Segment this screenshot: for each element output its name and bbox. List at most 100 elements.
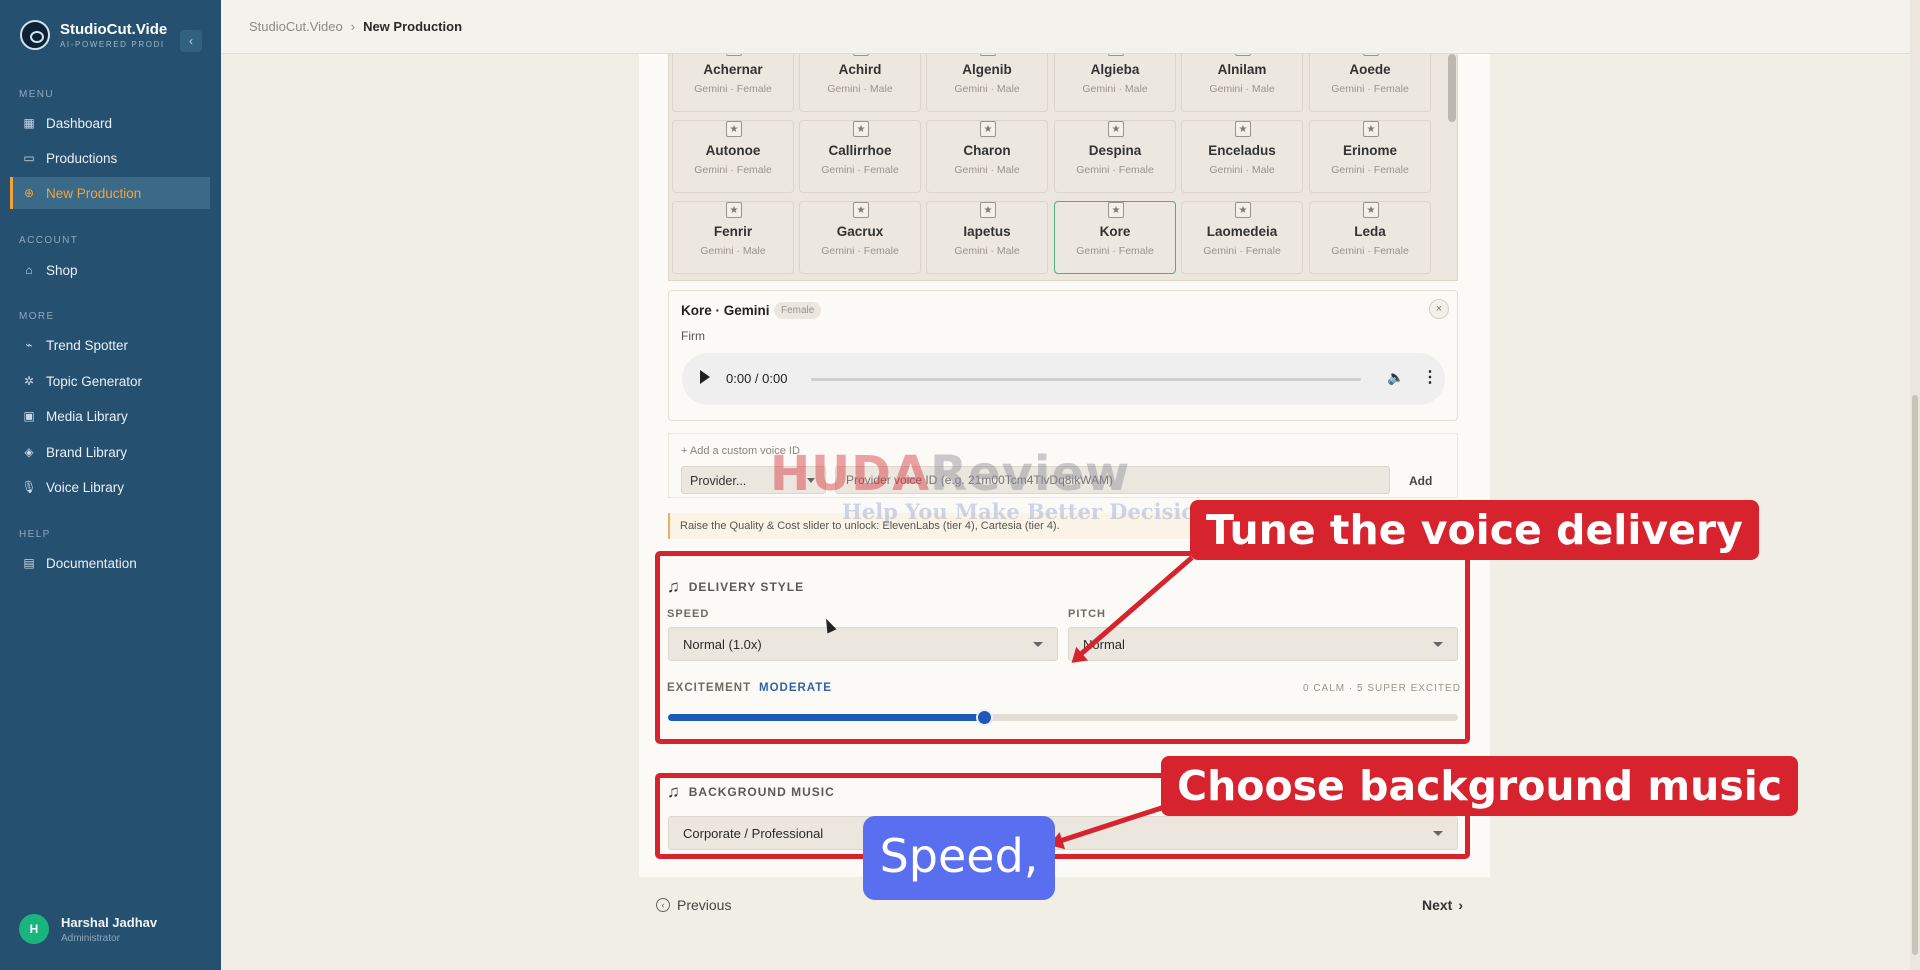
voice-name: Alnilam xyxy=(1217,62,1267,77)
star-icon[interactable]: ★ xyxy=(1108,202,1124,218)
next-button[interactable]: Next › xyxy=(1422,897,1463,913)
previous-button[interactable]: ‹ Previous xyxy=(656,897,731,913)
voice-name: Laomedeia xyxy=(1206,224,1278,239)
voice-tile[interactable]: ★ Algieba Gemini · Male xyxy=(1054,54,1176,112)
brand[interactable]: StudioCut.Vide AI-POWERED PRODI xyxy=(20,20,167,50)
sidebar-item-topic-generator[interactable]: ✲ Topic Generator xyxy=(10,365,210,397)
delivery-callout: Tune the voice delivery xyxy=(1190,500,1759,560)
tag-icon: ◈ xyxy=(24,445,34,459)
voice-tile[interactable]: ★ Charon Gemini · Male xyxy=(926,120,1048,193)
voice-tile[interactable]: ★ Aoede Gemini · Female xyxy=(1309,54,1431,112)
star-icon[interactable]: ★ xyxy=(980,202,996,218)
voice-tile[interactable]: ★ Fenrir Gemini · Male xyxy=(672,201,794,274)
page-scrollbar-thumb[interactable] xyxy=(1912,395,1918,955)
sidebar-item-new-production[interactable]: ⊕ New Production xyxy=(10,177,210,209)
voice-name: Kore xyxy=(1099,224,1131,239)
voice-meta: Gemini · Female xyxy=(821,245,899,257)
voice-name: Achernar xyxy=(703,62,763,77)
star-icon[interactable]: ★ xyxy=(980,54,996,56)
star-icon[interactable]: ★ xyxy=(980,121,996,137)
star-icon[interactable]: ★ xyxy=(1363,202,1379,218)
app-tagline: AI-POWERED PRODI xyxy=(60,40,165,49)
voice-tile[interactable]: ★ Achernar Gemini · Female xyxy=(672,54,794,112)
voice-tile[interactable]: ★ Enceladus Gemini · Male xyxy=(1181,120,1303,193)
star-icon[interactable]: ★ xyxy=(1363,54,1379,56)
voice-tile[interactable]: ★ Erinome Gemini · Female xyxy=(1309,120,1431,193)
volume-icon[interactable]: 🔈 xyxy=(1387,369,1404,386)
audio-progress-bar[interactable] xyxy=(811,378,1361,381)
star-icon[interactable]: ★ xyxy=(1235,121,1251,137)
voice-meta: Gemini · Female xyxy=(821,164,899,176)
sidebar: StudioCut.Vide AI-POWERED PRODI ‹ MENU ▦… xyxy=(0,0,221,970)
sidebar-item-trend-spotter[interactable]: ⌁ Trend Spotter xyxy=(10,329,210,361)
user-profile[interactable]: H Harshal Jadhav Administrator xyxy=(19,914,157,944)
voice-tile[interactable]: ★ Callirrhoe Gemini · Female xyxy=(799,120,921,193)
voice-name: Charon xyxy=(963,143,1011,158)
voice-name: Leda xyxy=(1354,224,1386,239)
collapse-sidebar-button[interactable]: ‹ xyxy=(180,30,202,52)
voice-tile[interactable]: ★ Laomedeia Gemini · Female xyxy=(1181,201,1303,274)
voice-description: Firm xyxy=(681,329,705,343)
more-options-icon[interactable]: ⋮ xyxy=(1422,367,1438,387)
watermark-part-b: Review xyxy=(930,446,1131,502)
voice-tile[interactable]: ★ Despina Gemini · Female xyxy=(1054,120,1176,193)
voice-meta: Gemini · Male xyxy=(700,245,766,257)
top-bar: StudioCut.Video › New Production xyxy=(221,0,1920,54)
star-icon[interactable]: ★ xyxy=(726,202,742,218)
add-custom-voice-button[interactable]: Add xyxy=(1409,474,1432,488)
star-icon[interactable]: ★ xyxy=(726,54,742,56)
section-account: ACCOUNT xyxy=(19,235,79,246)
sidebar-item-shop[interactable]: ⌂ Shop xyxy=(10,254,210,286)
sidebar-item-voice-library[interactable]: 🎙 Voice Library xyxy=(10,471,210,503)
sidebar-item-label: Voice Library xyxy=(46,479,125,495)
voice-meta: Gemini · Female xyxy=(694,164,772,176)
voice-tile[interactable]: ★ Algenib Gemini · Male xyxy=(926,54,1048,112)
sidebar-item-productions[interactable]: ▭ Productions xyxy=(10,142,210,174)
sidebar-item-label: New Production xyxy=(46,185,142,201)
voice-name: Iapetus xyxy=(963,224,1011,239)
voice-grid-scrollbar[interactable] xyxy=(1448,54,1456,122)
delivery-highlight-box xyxy=(655,551,1470,744)
voice-name: Enceladus xyxy=(1208,143,1276,158)
voice-tile[interactable]: ★ Achird Gemini · Male xyxy=(799,54,921,112)
star-icon[interactable]: ★ xyxy=(853,202,869,218)
voice-name: Erinome xyxy=(1342,143,1397,158)
page-scrollbar[interactable] xyxy=(1910,0,1920,970)
selected-voice-panel: Kore · Gemini Female Firm × 0:00 / 0:00 … xyxy=(668,290,1458,421)
sidebar-item-documentation[interactable]: ▤ Documentation xyxy=(10,547,210,579)
section-more: MORE xyxy=(19,311,55,322)
audio-player: 0:00 / 0:00 🔈 ⋮ xyxy=(682,353,1445,405)
breadcrumb-root[interactable]: StudioCut.Video xyxy=(249,19,343,34)
voice-meta: Gemini · Male xyxy=(1209,83,1275,95)
sidebar-item-brand-library[interactable]: ◈ Brand Library xyxy=(10,436,210,468)
avatar: H xyxy=(19,914,49,944)
star-icon[interactable]: ★ xyxy=(853,54,869,56)
gender-badge: Female xyxy=(774,302,822,319)
voice-tile[interactable]: ★ Iapetus Gemini · Male xyxy=(926,201,1048,274)
close-icon[interactable]: × xyxy=(1429,299,1449,319)
voice-tile[interactable]: ★ Alnilam Gemini · Male xyxy=(1181,54,1303,112)
sidebar-item-dashboard[interactable]: ▦ Dashboard xyxy=(10,107,210,139)
star-icon[interactable]: ★ xyxy=(1363,121,1379,137)
voice-tile[interactable]: ★ Leda Gemini · Female xyxy=(1309,201,1431,274)
sidebar-item-label: Productions xyxy=(46,150,118,166)
star-icon[interactable]: ★ xyxy=(1108,54,1124,56)
star-icon[interactable]: ★ xyxy=(853,121,869,137)
sidebar-item-media-library[interactable]: ▣ Media Library xyxy=(10,400,210,432)
star-icon[interactable]: ★ xyxy=(726,121,742,137)
play-icon[interactable] xyxy=(700,370,710,384)
selected-voice-title: Kore · Gemini xyxy=(681,303,770,318)
voice-tile[interactable]: ★ Autonoe Gemini · Female xyxy=(672,120,794,193)
voice-tile[interactable]: ★ Gacrux Gemini · Female xyxy=(799,201,921,274)
sidebar-item-label: Documentation xyxy=(46,555,137,571)
voice-tile[interactable]: ★ Kore Gemini · Female xyxy=(1054,201,1176,274)
voice-grid: ★ Achernar Gemini · Female ★ Achird Gemini · … xyxy=(668,54,1458,281)
breadcrumb: StudioCut.Video › New Production xyxy=(249,19,462,34)
voice-name: Gacrux xyxy=(836,224,884,239)
audio-time: 0:00 / 0:00 xyxy=(726,371,788,386)
sidebar-item-label: Media Library xyxy=(46,408,128,424)
star-icon[interactable]: ★ xyxy=(1235,202,1251,218)
voice-meta: Gemini · Female xyxy=(1331,245,1409,257)
star-icon[interactable]: ★ xyxy=(1235,54,1251,56)
star-icon[interactable]: ★ xyxy=(1108,121,1124,137)
